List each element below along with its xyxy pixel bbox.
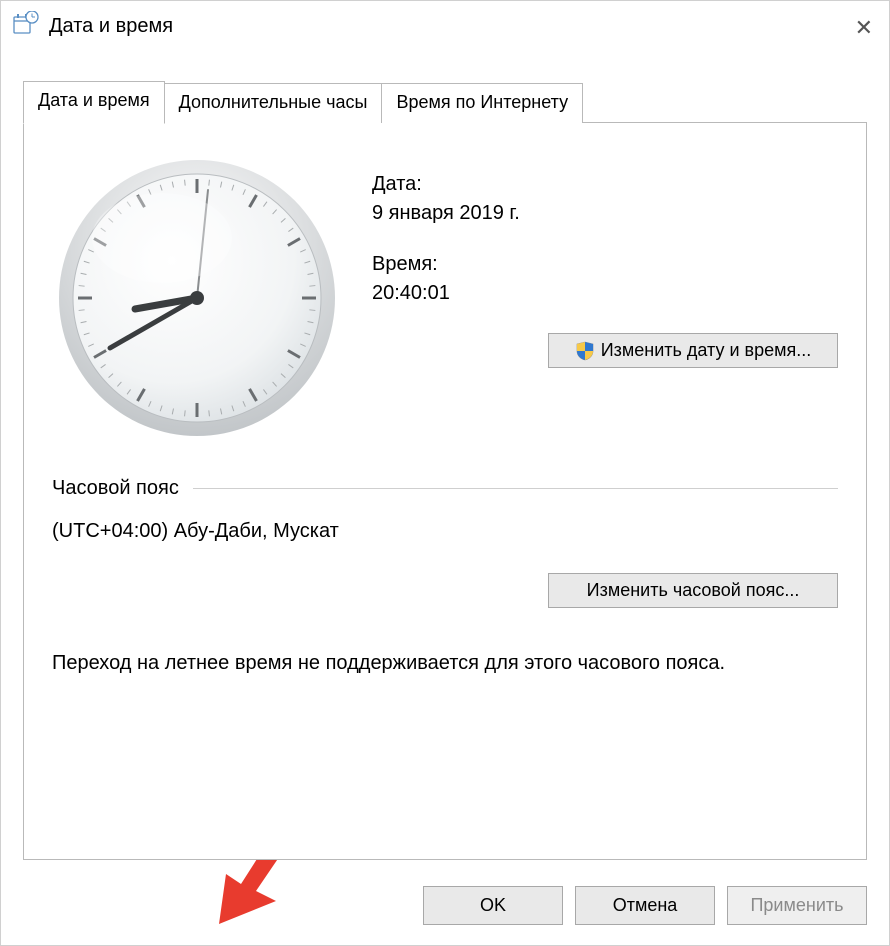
window-title: Дата и время bbox=[49, 15, 173, 38]
ok-button[interactable]: OK bbox=[423, 886, 563, 925]
analog-clock bbox=[52, 153, 342, 443]
tab-internet-time[interactable]: Время по Интернету bbox=[381, 83, 583, 123]
app-icon bbox=[13, 11, 39, 42]
dst-notice: Переход на летнее время не поддерживаетс… bbox=[52, 652, 838, 675]
dialog-buttons: OK Отмена Применить bbox=[423, 886, 867, 925]
tab-date-time[interactable]: Дата и время bbox=[23, 81, 165, 124]
divider bbox=[193, 488, 838, 489]
time-value: 20:40:01 bbox=[372, 282, 838, 305]
close-icon[interactable]: ✕ bbox=[855, 15, 873, 41]
timezone-value: (UTC+04:00) Абу-Даби, Мускат bbox=[52, 520, 838, 543]
change-timezone-button[interactable]: Изменить часовой пояс... bbox=[548, 573, 838, 608]
change-date-time-label: Изменить дату и время... bbox=[601, 340, 812, 361]
change-timezone-label: Изменить часовой пояс... bbox=[587, 580, 800, 601]
timezone-section-header: Часовой пояс bbox=[52, 477, 838, 500]
change-date-time-button[interactable]: Изменить дату и время... bbox=[548, 333, 838, 368]
titlebar: Дата и время ✕ bbox=[1, 1, 889, 51]
tabs-container: Дата и время Дополнительные часы Время п… bbox=[23, 81, 867, 860]
shield-icon bbox=[575, 341, 595, 361]
cancel-button[interactable]: Отмена bbox=[575, 886, 715, 925]
date-time-dialog: Дата и время ✕ Дата и время Дополнительн… bbox=[0, 0, 890, 946]
apply-button[interactable]: Применить bbox=[727, 886, 867, 925]
date-time-info: Дата: 9 января 2019 г. Время: 20:40:01 bbox=[372, 153, 838, 443]
tab-strip: Дата и время Дополнительные часы Время п… bbox=[23, 81, 867, 123]
date-label: Дата: bbox=[372, 173, 838, 196]
tab-additional-clocks[interactable]: Дополнительные часы bbox=[164, 83, 383, 123]
tab-panel: Дата: 9 января 2019 г. Время: 20:40:01 bbox=[23, 122, 867, 860]
timezone-header-label: Часовой пояс bbox=[52, 477, 179, 500]
date-value: 9 января 2019 г. bbox=[372, 202, 838, 225]
time-label: Время: bbox=[372, 253, 838, 276]
